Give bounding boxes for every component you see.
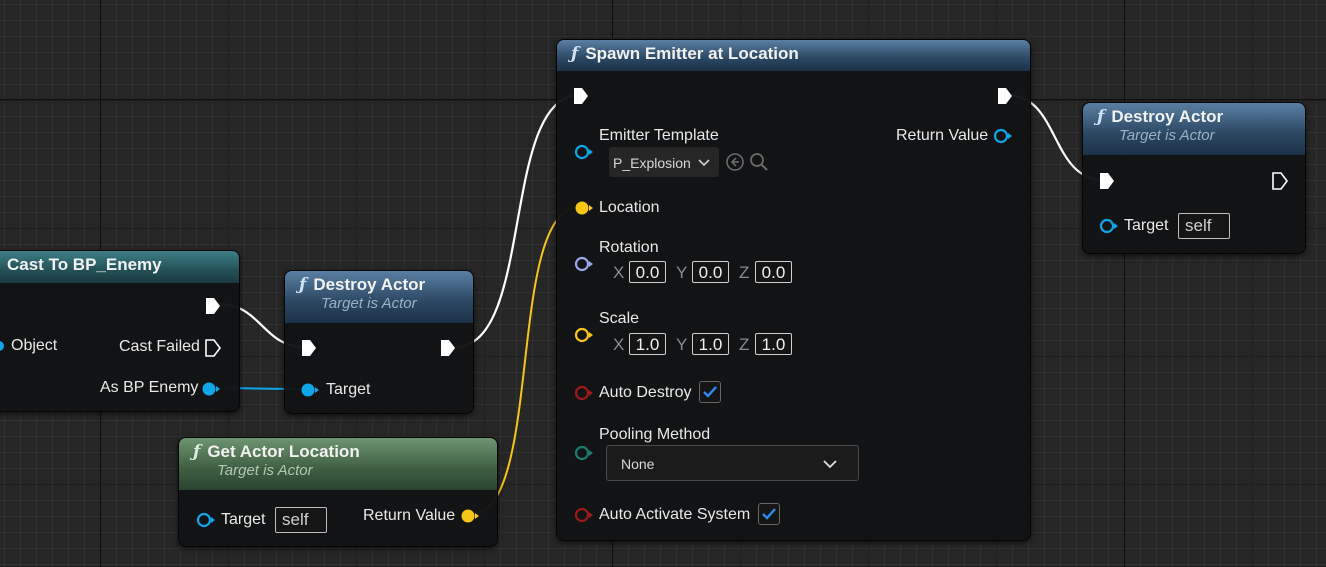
scale-x-field[interactable]: 1.0	[629, 333, 666, 355]
chevron-down-icon	[823, 460, 837, 469]
pooling-method-value: None	[621, 456, 655, 472]
return-value-pin[interactable]	[992, 128, 1014, 144]
location-label: Location	[599, 199, 660, 216]
node-subtitle: Target is Actor	[217, 462, 313, 479]
function-icon: ƒ	[571, 44, 579, 64]
target-pin-label: Target	[221, 511, 266, 528]
location-pin[interactable]	[573, 200, 595, 216]
exec-in-pin[interactable]	[573, 87, 589, 105]
exec-out-pin[interactable]	[1272, 172, 1288, 190]
function-icon: ƒ	[299, 275, 307, 295]
exec-in-pin[interactable]	[301, 339, 317, 357]
chevron-down-icon	[698, 159, 710, 167]
auto-activate-pin[interactable]	[573, 507, 595, 523]
scale-y-field[interactable]: 1.0	[692, 333, 729, 355]
target-pin[interactable]	[1098, 218, 1120, 234]
auto-destroy-label: Auto Destroy	[599, 384, 692, 401]
rotation-x-axis-label: X	[613, 263, 625, 282]
pooling-method-dropdown[interactable]: None	[606, 445, 859, 481]
target-self-field[interactable]: self	[275, 507, 327, 533]
node-header[interactable]: ƒ Spawn Emitter at Location	[557, 40, 1030, 71]
node-title: Cast To BP_Enemy	[7, 255, 162, 274]
pooling-method-pin[interactable]	[573, 445, 595, 461]
spawn-emitter-node[interactable]: ƒ Spawn Emitter at Location Emitter Templ…	[556, 39, 1031, 541]
scale-x-axis-label: X	[613, 335, 625, 354]
target-pin-label: Target	[326, 381, 371, 398]
function-icon: ƒ	[193, 442, 201, 462]
exec-out-pin[interactable]	[440, 339, 456, 357]
auto-activate-label: Auto Activate System	[599, 506, 751, 523]
object-pin-label: Object	[11, 337, 58, 354]
rotation-z-field[interactable]: 0.0	[755, 261, 792, 283]
use-selected-asset-icon[interactable]	[725, 152, 745, 172]
node-title: Destroy Actor	[1111, 107, 1224, 126]
node-header[interactable]: ƒ Destroy Actor Target is Actor	[285, 271, 473, 323]
auto-destroy-checkbox[interactable]	[699, 381, 721, 403]
scale-pin[interactable]	[573, 327, 595, 343]
return-value-label: Return Value	[363, 507, 456, 524]
node-header[interactable]: ƒ Get Actor Location Target is Actor	[179, 438, 497, 490]
target-pin[interactable]	[195, 512, 217, 528]
rotation-x-field[interactable]: 0.0	[629, 261, 666, 283]
emitter-template-pin[interactable]	[573, 144, 595, 160]
node-subtitle: Target is Actor	[1119, 127, 1215, 144]
emitter-template-value: P_Explosion	[613, 155, 691, 171]
auto-destroy-pin[interactable]	[573, 385, 595, 401]
scale-label: Scale	[599, 310, 640, 327]
emitter-template-label: Emitter Template	[599, 127, 719, 144]
exec-in-pin[interactable]	[1099, 172, 1115, 190]
node-title: Spawn Emitter at Location	[585, 44, 799, 63]
destroy-actor-node[interactable]: ƒ Destroy Actor Target is Actor Target se…	[1082, 102, 1306, 254]
rotation-z-axis-label: Z	[739, 263, 750, 282]
pooling-method-label: Pooling Method	[599, 426, 711, 443]
browse-asset-search-icon[interactable]	[749, 152, 769, 172]
rotation-pin[interactable]	[573, 256, 595, 272]
rotation-y-axis-label: Y	[676, 263, 688, 282]
scale-y-axis-label: Y	[676, 335, 688, 354]
scale-z-axis-label: Z	[739, 335, 750, 354]
function-icon: ƒ	[1097, 107, 1105, 127]
node-subtitle: Target is Actor	[321, 295, 417, 312]
as-bp-enemy-label: As BP Enemy	[100, 379, 199, 396]
checkmark-icon	[703, 386, 717, 398]
rotation-label: Rotation	[599, 239, 659, 256]
node-title: Get Actor Location	[207, 442, 360, 461]
target-self-field[interactable]: self	[1178, 213, 1230, 239]
rotation-y-field[interactable]: 0.0	[692, 261, 729, 283]
node-header[interactable]: ƒ Destroy Actor Target is Actor	[1083, 103, 1305, 155]
as-bp-enemy-pin[interactable]	[201, 381, 221, 397]
node-title: Destroy Actor	[313, 275, 426, 294]
checkmark-icon	[762, 508, 776, 520]
cast-to-bp-enemy-node[interactable]: Cast To BP_Enemy Object Cast Failed As B…	[0, 250, 240, 412]
emitter-template-dropdown[interactable]: P_Explosion	[609, 147, 719, 177]
exec-out-pin[interactable]	[205, 297, 221, 315]
return-value-pin[interactable]	[459, 508, 481, 524]
return-value-label: Return Value	[896, 127, 989, 144]
scale-z-field[interactable]: 1.0	[755, 333, 792, 355]
node-header[interactable]: Cast To BP_Enemy	[0, 251, 239, 283]
auto-activate-checkbox[interactable]	[758, 503, 780, 525]
destroy-actor-node[interactable]: ƒ Destroy Actor Target is Actor Target	[284, 270, 474, 414]
get-actor-location-node[interactable]: ƒ Get Actor Location Target is Actor Targ…	[178, 437, 498, 547]
target-pin[interactable]	[299, 382, 319, 398]
target-pin-label: Target	[1124, 217, 1169, 234]
exec-out-pin[interactable]	[997, 87, 1013, 105]
cast-failed-exec-pin[interactable]	[205, 339, 221, 357]
cast-failed-label: Cast Failed	[119, 338, 200, 355]
object-input-pin[interactable]	[0, 340, 7, 352]
